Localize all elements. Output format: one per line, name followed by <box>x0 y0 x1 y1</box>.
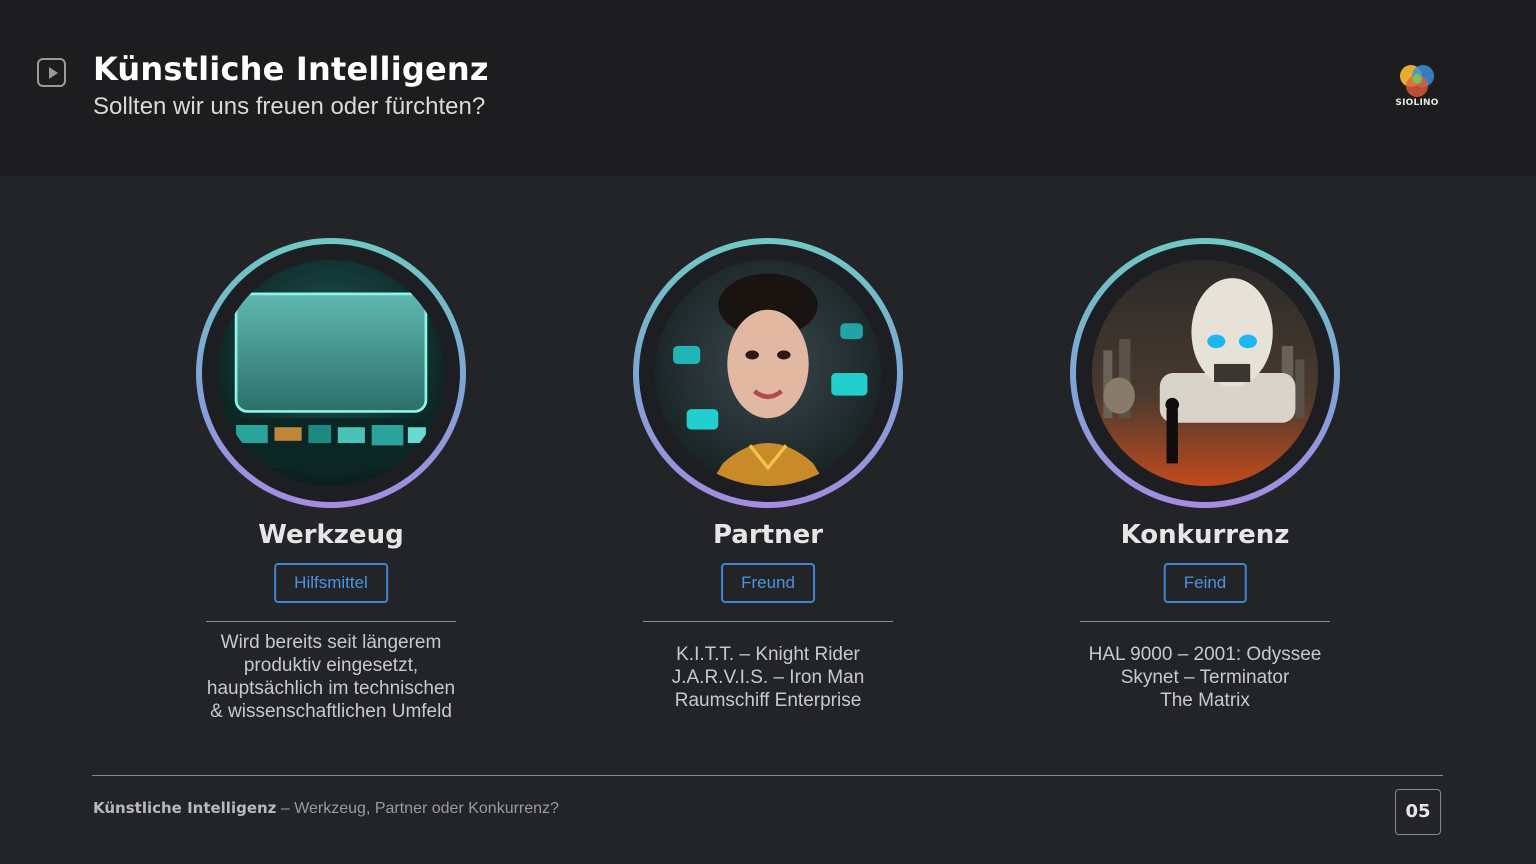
header: Künstliche Intelligenz Sollten wir uns f… <box>0 0 1536 176</box>
robot-skull-image <box>1092 260 1318 486</box>
page-title: Künstliche Intelligenz <box>93 50 489 88</box>
description-line: hauptsächlich im technischen <box>206 678 456 699</box>
logo-text: SIOLINO <box>1395 98 1439 108</box>
column-description: HAL 9000 – 2001: Odyssee Skynet – Termin… <box>1055 643 1355 712</box>
column-werkzeug: Werkzeug Hilfsmittel Wird bereits seit l… <box>181 238 481 738</box>
description-line: & wissenschaftlichen Umfeld <box>210 701 452 722</box>
footer-divider <box>92 775 1443 776</box>
image-ring <box>633 238 903 508</box>
divider <box>206 621 456 622</box>
tag-hilfsmittel[interactable]: Hilfsmittel <box>274 563 388 603</box>
page-subtitle: Sollten wir uns freuen oder fürchten? <box>93 93 486 120</box>
column-title: Werkzeug <box>258 520 404 550</box>
description-line: Wird bereits seit längerem <box>220 632 442 653</box>
column-description: Wird bereits seit längerem produktiv ein… <box>181 631 481 723</box>
tag-freund[interactable]: Freund <box>721 563 815 603</box>
description-line: HAL 9000 – 2001: Odyssee <box>1088 644 1322 665</box>
description-line: K.I.T.T. – Knight Rider <box>676 644 860 665</box>
description-line: Skynet – Terminator <box>1120 667 1290 688</box>
column-partner: Partner Freund K.I.T.T. – Knight Rider J… <box>618 238 918 738</box>
tool-monitor-image <box>218 260 444 486</box>
divider <box>643 621 893 622</box>
footer-title-bold: Künstliche Intelligenz <box>93 799 277 817</box>
column-title: Konkurrenz <box>1120 520 1290 550</box>
divider <box>1080 621 1330 622</box>
column-konkurrenz: Konkurrenz Feind HAL 9000 – 2001: Odysse… <box>1055 238 1355 738</box>
image-ring <box>196 238 466 508</box>
column-description: K.I.T.T. – Knight Rider J.A.R.V.I.S. – I… <box>618 643 918 712</box>
footer-caption: Künstliche Intelligenz – Werkzeug, Partn… <box>93 799 559 818</box>
column-title: Partner <box>712 520 824 550</box>
partner-portrait-image <box>655 260 881 486</box>
description-line: J.A.R.V.I.S. – Iron Man <box>671 667 865 688</box>
description-line: Raumschiff Enterprise <box>674 690 862 711</box>
tag-feind[interactable]: Feind <box>1163 563 1247 603</box>
page-number: 05 <box>1395 789 1441 835</box>
description-line: produktiv eingesetzt, <box>243 655 419 676</box>
description-line: The Matrix <box>1160 690 1250 711</box>
play-icon[interactable] <box>37 58 66 87</box>
footer-title-rest: – Werkzeug, Partner oder Konkurrenz? <box>276 800 559 817</box>
image-ring <box>1070 238 1340 508</box>
